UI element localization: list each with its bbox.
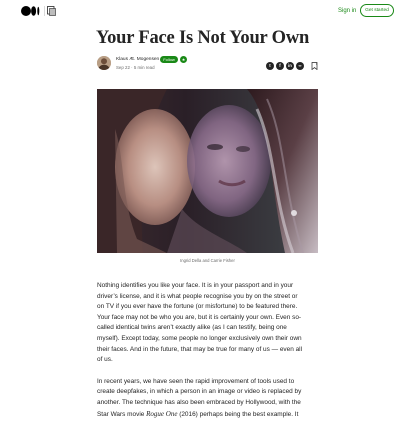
- author-avatar[interactable]: [97, 56, 111, 70]
- link-icon[interactable]: ∞: [296, 62, 304, 70]
- facebook-icon[interactable]: f: [276, 62, 284, 70]
- text-line: their faces. And in the future, that may…: [97, 345, 303, 353]
- text-line: Your face may not be who you are, but it…: [97, 313, 302, 321]
- follow-button[interactable]: Follow: [160, 56, 178, 63]
- text-fragment: Star Wars movie: [97, 410, 147, 418]
- sign-in-link[interactable]: Sign in: [338, 6, 356, 16]
- linkedin-icon[interactable]: in: [286, 62, 294, 70]
- image-caption: Ingrid Della and Carrie Fisher: [180, 258, 235, 263]
- paragraph-1: Nothing identifies you like your face. I…: [97, 281, 320, 366]
- topbar-divider: [44, 6, 45, 16]
- text-line: In recent years, we have seen the rapid …: [97, 377, 295, 385]
- text-line: called identical twins aren’t exactly al…: [97, 324, 287, 332]
- text-line: another. The technique has also been emb…: [97, 398, 301, 406]
- text-line: driver’s license, and it is what people …: [97, 292, 298, 300]
- text-line: create deepfakes, in which a person in a…: [97, 388, 302, 396]
- text-line: Nothing identifies you like your face. I…: [97, 282, 294, 289]
- top-navigation-bar: Sign in Get started: [0, 0, 415, 22]
- medium-logo-icon[interactable]: [21, 6, 40, 16]
- member-star-icon: ★: [180, 56, 187, 63]
- author-name[interactable]: Klaus Æ. Mogensen: [116, 57, 159, 62]
- bookmark-icon[interactable]: [311, 62, 318, 70]
- share-row: t f in ∞: [266, 62, 318, 70]
- article-body: Nothing identifies you like your face. I…: [97, 281, 320, 431]
- article-hero-image: [97, 89, 318, 253]
- article-meta: Sep 22 · 5 min read: [116, 65, 155, 70]
- publication-icon[interactable]: [47, 6, 56, 16]
- text-line: myself). Except today, some people no lo…: [97, 334, 302, 342]
- movie-title: Rogue One: [146, 409, 178, 418]
- get-started-button[interactable]: Get started: [360, 4, 394, 17]
- text-line: Star Wars movie Rogue One (2016) perhaps…: [97, 409, 320, 421]
- text-line: on TV if you ever have the fortune (or m…: [97, 303, 298, 311]
- paragraph-2: In recent years, we have seen the rapid …: [97, 377, 320, 420]
- text-line: of us.: [97, 356, 113, 364]
- article-title: Your Face Is Not Your Own: [96, 28, 310, 48]
- text-fragment: (2016) perhaps being the best example. I…: [177, 410, 299, 418]
- twitter-icon[interactable]: t: [266, 62, 274, 70]
